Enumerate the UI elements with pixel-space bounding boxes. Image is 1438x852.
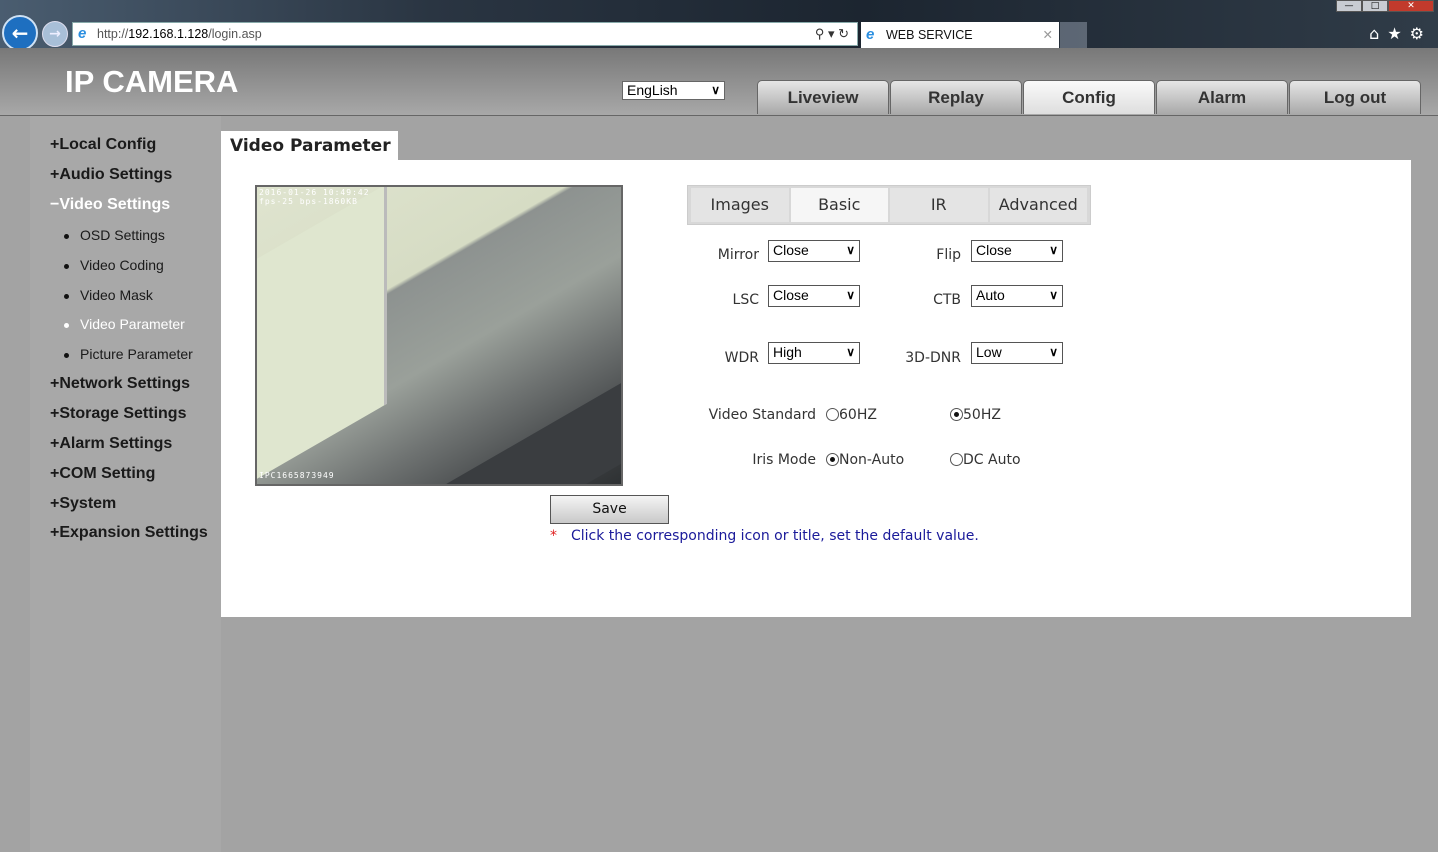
sidebar-sub-osd-settings[interactable]: OSD Settings bbox=[64, 227, 165, 243]
sidebar-sub-video-mask[interactable]: Video Mask bbox=[64, 287, 153, 303]
chevron-down-icon: ∨ bbox=[846, 288, 855, 302]
video-standard-label: Video Standard bbox=[708, 407, 816, 423]
close-tab-icon[interactable]: ✕ bbox=[1043, 22, 1053, 48]
sidebar-item-video-settings[interactable]: −Video Settings bbox=[50, 196, 170, 214]
star-icon[interactable]: ★ bbox=[1387, 24, 1409, 43]
radio-on-icon bbox=[950, 408, 963, 421]
chevron-down-icon: ∨ bbox=[1049, 345, 1058, 359]
chevron-down-icon: ∨ bbox=[846, 345, 855, 359]
browser-tools: ⌂★⚙ bbox=[1369, 24, 1432, 43]
address-bar[interactable]: e http://192.168.1.128/login.asp ⚲ ▾ ↻ bbox=[72, 22, 858, 46]
sidebar-sub-video-coding[interactable]: Video Coding bbox=[64, 257, 164, 273]
sidebar-item-system[interactable]: +System bbox=[50, 495, 116, 513]
subtab-basic[interactable]: Basic bbox=[790, 188, 888, 222]
osd-name: IPC1665873949 bbox=[259, 471, 335, 480]
maximize-icon[interactable]: □ bbox=[1362, 0, 1388, 12]
save-button[interactable]: Save bbox=[550, 495, 669, 524]
window-controls: — □ ✕ bbox=[1336, 0, 1434, 12]
subtab-ir[interactable]: IR bbox=[890, 188, 988, 222]
video-scene-window bbox=[257, 187, 387, 484]
nav-replay[interactable]: Replay bbox=[890, 80, 1022, 114]
wdr-label: WDR bbox=[724, 350, 759, 366]
close-window-icon[interactable]: ✕ bbox=[1388, 0, 1434, 12]
bullet-icon bbox=[64, 233, 69, 239]
sidebar-item-com-setting[interactable]: +COM Setting bbox=[50, 465, 155, 483]
url-prefix: http:// bbox=[97, 27, 129, 41]
dnr-label: 3D-DNR bbox=[905, 350, 961, 366]
sidebar-item-storage-settings[interactable]: +Storage Settings bbox=[50, 405, 186, 423]
default-value-note: * Click the corresponding icon or title, … bbox=[550, 528, 979, 544]
nav-alarm[interactable]: Alarm bbox=[1156, 80, 1288, 114]
sidebar-sub-picture-parameter[interactable]: Picture Parameter bbox=[64, 346, 193, 362]
new-tab-button[interactable] bbox=[1060, 22, 1087, 48]
back-button[interactable]: ← bbox=[2, 15, 38, 51]
chevron-down-icon: ∨ bbox=[1049, 243, 1058, 257]
lsc-select[interactable]: Close ∨ bbox=[768, 285, 860, 307]
asterisk: * bbox=[550, 528, 557, 544]
radio-off-icon bbox=[826, 408, 839, 421]
osd-rate: fps-25 bps-1860KB bbox=[259, 197, 358, 206]
subtab-images[interactable]: Images bbox=[691, 188, 789, 222]
radio-60hz[interactable]: 60HZ bbox=[826, 407, 877, 423]
iris-mode-label: Iris Mode bbox=[752, 452, 816, 468]
radio-non-auto[interactable]: Non-Auto bbox=[826, 452, 904, 468]
subtab-bar: Images Basic IR Advanced bbox=[687, 185, 1091, 225]
ctb-label: CTB bbox=[933, 292, 961, 308]
ctb-select[interactable]: Auto ∨ bbox=[971, 285, 1063, 307]
search-refresh-icons[interactable]: ⚲ ▾ ↻ bbox=[815, 23, 849, 45]
bullet-icon bbox=[64, 322, 69, 328]
radio-dc-auto[interactable]: DC Auto bbox=[950, 452, 1021, 468]
sidebar-sub-video-parameter[interactable]: Video Parameter bbox=[64, 316, 185, 332]
page-title: Video Parameter bbox=[221, 131, 398, 161]
mirror-select[interactable]: Close ∨ bbox=[768, 240, 860, 262]
browser-tab[interactable]: e WEB SERVICE ✕ bbox=[861, 22, 1059, 48]
sidebar-item-expansion-settings[interactable]: +Expansion Settings bbox=[50, 524, 208, 542]
ie-icon: e bbox=[866, 26, 875, 43]
note-text: Click the corresponding icon or title, s… bbox=[571, 528, 979, 544]
flip-label: Flip bbox=[936, 247, 961, 263]
url-path: /login.asp bbox=[208, 27, 262, 41]
home-icon[interactable]: ⌂ bbox=[1369, 24, 1387, 43]
nav-liveview[interactable]: Liveview bbox=[757, 80, 889, 114]
forward-button[interactable]: → bbox=[42, 21, 68, 47]
logo: IP CAMERA bbox=[65, 64, 239, 99]
bullet-icon bbox=[64, 352, 69, 358]
minimize-icon[interactable]: — bbox=[1336, 0, 1362, 12]
radio-on-icon bbox=[826, 453, 839, 466]
nav-logout[interactable]: Log out bbox=[1289, 80, 1421, 114]
sidebar-item-network-settings[interactable]: +Network Settings bbox=[50, 375, 190, 393]
radio-off-icon bbox=[950, 453, 963, 466]
radio-50hz[interactable]: 50HZ bbox=[950, 407, 1001, 423]
subtab-advanced[interactable]: Advanced bbox=[989, 188, 1087, 222]
browser-chrome: ← → e http://192.168.1.128/login.asp ⚲ ▾… bbox=[0, 0, 1438, 51]
lsc-label: LSC bbox=[732, 292, 759, 308]
bullet-icon bbox=[64, 263, 69, 269]
main-nav: Liveview Replay Config Alarm Log out bbox=[757, 80, 1421, 114]
chevron-down-icon: ∨ bbox=[711, 83, 720, 97]
tab-title: WEB SERVICE bbox=[886, 28, 973, 42]
flip-select[interactable]: Close ∨ bbox=[971, 240, 1063, 262]
sidebar-item-alarm-settings[interactable]: +Alarm Settings bbox=[50, 435, 172, 453]
bullet-icon bbox=[64, 293, 69, 299]
ie-icon: e bbox=[78, 25, 87, 42]
url-host: 192.168.1.128 bbox=[128, 27, 209, 41]
language-value: EngLish bbox=[627, 82, 678, 98]
nav-config[interactable]: Config bbox=[1023, 80, 1155, 114]
video-scene-desk bbox=[346, 341, 621, 484]
chevron-down-icon: ∨ bbox=[846, 243, 855, 257]
mirror-label: Mirror bbox=[717, 247, 759, 263]
chevron-down-icon: ∨ bbox=[1049, 288, 1058, 302]
sidebar-item-audio-settings[interactable]: +Audio Settings bbox=[50, 166, 172, 184]
wdr-select[interactable]: High ∨ bbox=[768, 342, 860, 364]
language-select[interactable]: EngLish ∨ bbox=[622, 81, 725, 100]
osd-time: 2016-01-26 10:49:42 bbox=[259, 188, 370, 197]
gear-icon[interactable]: ⚙ bbox=[1410, 24, 1432, 43]
sidebar-item-local-config[interactable]: +Local Config bbox=[50, 136, 156, 154]
dnr-select[interactable]: Low ∨ bbox=[971, 342, 1063, 364]
video-preview: 2016-01-26 10:49:42 fps-25 bps-1860KB IP… bbox=[255, 185, 623, 486]
